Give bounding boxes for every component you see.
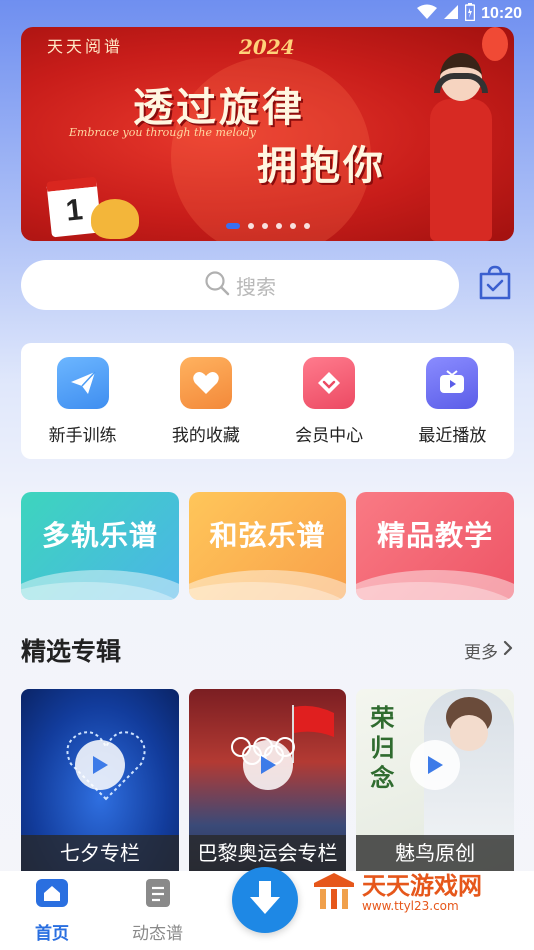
category-tutorials[interactable]: 精品教学 — [356, 492, 515, 600]
paper-plane-icon — [56, 357, 109, 409]
album-title: 魅鸟原创 — [356, 835, 515, 871]
search-placeholder: 搜索 — [236, 274, 276, 299]
category-chords[interactable]: 和弦乐谱 — [188, 492, 347, 600]
more-link[interactable]: 更多 — [464, 638, 514, 663]
play-icon[interactable] — [410, 740, 461, 790]
heart-icon — [179, 357, 232, 409]
watermark-logo-icon — [312, 871, 356, 915]
carousel-dot[interactable] — [225, 223, 240, 229]
play-icon[interactable] — [74, 740, 125, 790]
site-watermark: 天天游戏网 www.ttyl23.com — [312, 871, 482, 915]
album-card[interactable]: 巴黎奥运会专栏 — [188, 689, 347, 871]
nav-dynamic-score[interactable]: 动态谱 — [132, 877, 183, 944]
more-label: 更多 — [464, 643, 498, 663]
quick-item-label: 会员中心 — [295, 426, 364, 446]
shopping-bag-button[interactable] — [474, 264, 516, 306]
album-card[interactable]: 七夕专栏 — [21, 689, 179, 871]
banner-brand: 天天阅谱 — [47, 37, 124, 56]
shopping-bag-icon — [477, 265, 513, 305]
quick-item-label: 我的收藏 — [171, 426, 240, 446]
album-card[interactable]: 荣归念 魅鸟原创 — [356, 689, 515, 871]
category-cards: 多轨乐谱 和弦乐谱 精品教学 — [21, 492, 515, 600]
girl-illustration — [426, 53, 496, 241]
watermark-name: 天天游戏网 — [362, 872, 482, 900]
tv-icon — [426, 357, 479, 409]
carousel-dot[interactable] — [247, 223, 254, 229]
quick-item-recent[interactable]: 最近播放 — [391, 343, 514, 459]
nav-label: 动态谱 — [132, 924, 183, 944]
album-list: 七夕专栏 巴黎奥运会专栏 荣归念 魅鸟原创 — [21, 689, 515, 871]
signal-icon — [443, 4, 459, 24]
search-icon — [204, 270, 230, 300]
diamond-icon — [303, 357, 356, 409]
search-bar[interactable]: 搜索 — [21, 260, 459, 310]
nav-label: 首页 — [35, 924, 69, 944]
wifi-icon — [417, 4, 438, 24]
album-title: 巴黎奥运会专栏 — [188, 835, 347, 871]
carousel-indicator — [21, 223, 514, 229]
banner-year: 2024 — [239, 35, 295, 59]
status-bar: 10:20 — [0, 0, 534, 26]
quick-item-favorites[interactable]: 我的收藏 — [144, 343, 267, 459]
dragon-illustration — [91, 199, 139, 239]
quick-item-membership[interactable]: 会员中心 — [268, 343, 391, 459]
category-label: 和弦乐谱 — [209, 519, 326, 552]
banner-headline-1: 透过旋律 — [133, 84, 305, 131]
download-button[interactable] — [232, 867, 298, 933]
chevron-right-icon — [502, 639, 514, 662]
download-arrow-icon — [247, 879, 283, 921]
banner-headline-2: 拥抱你 — [257, 142, 386, 189]
quick-menu: 新手训练 我的收藏 会员中心 最近播放 — [21, 343, 514, 459]
battery-icon — [464, 3, 476, 25]
promo-banner[interactable]: 天天阅谱 2024 透过旋律 Embrace you through the m… — [21, 27, 514, 241]
play-icon[interactable] — [242, 740, 293, 790]
section-title: 精选专辑 — [21, 637, 122, 666]
watermark-url: www.ttyl23.com — [362, 899, 459, 913]
carousel-dot[interactable] — [261, 223, 268, 229]
carousel-dot[interactable] — [275, 223, 282, 229]
category-multitrack[interactable]: 多轨乐谱 — [21, 492, 179, 600]
banner-subtitle: Embrace you through the melody — [69, 126, 256, 139]
category-label: 多轨乐谱 — [41, 519, 158, 552]
nav-home[interactable]: 首页 — [34, 877, 70, 944]
album-title: 七夕专栏 — [21, 835, 179, 871]
status-time: 10:20 — [481, 5, 522, 22]
quick-item-label: 新手训练 — [48, 426, 117, 446]
carousel-dot[interactable] — [303, 223, 310, 229]
bottom-nav: 首页 动态谱 天天游戏网 www.ttyl23.com — [0, 867, 534, 950]
album-cover-text: 荣归念 — [370, 703, 395, 792]
quick-item-training[interactable]: 新手训练 — [21, 343, 144, 459]
home-icon — [34, 877, 70, 913]
status-icons: 10:20 — [417, 3, 522, 25]
score-sheet-icon — [143, 877, 173, 913]
category-label: 精品教学 — [377, 519, 494, 552]
quick-item-label: 最近播放 — [418, 426, 487, 446]
carousel-dot[interactable] — [289, 223, 296, 229]
